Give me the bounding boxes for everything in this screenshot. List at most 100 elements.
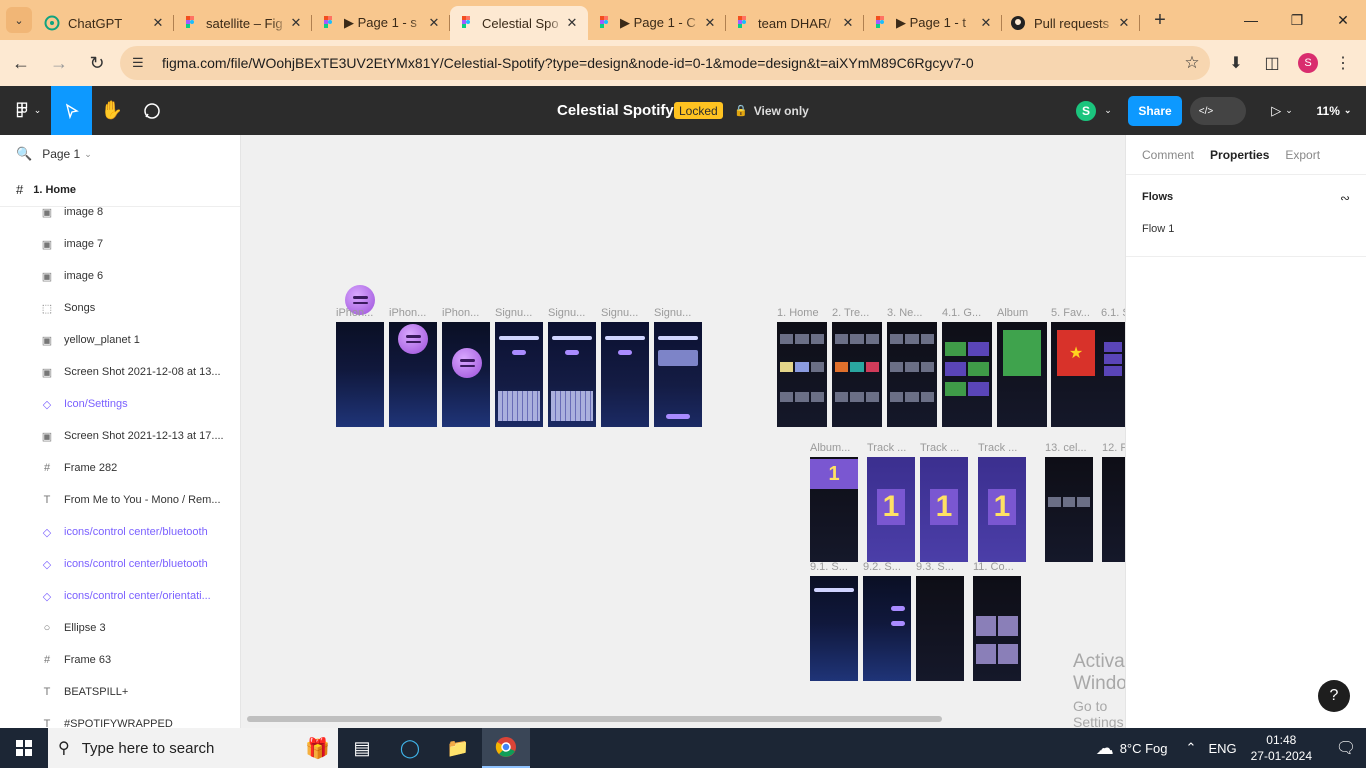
layer-item[interactable]: T From Me to You - Mono / Rem... [0,484,240,516]
clock[interactable]: 01:48 27-01-2024 [1251,732,1312,764]
frame-label[interactable]: Album... [810,442,858,454]
close-tab-icon[interactable]: ✕ [702,15,718,31]
frame-thumbnail[interactable] [832,322,882,427]
dev-mode-toggle[interactable]: </> [1190,97,1246,125]
frame-thumbnail[interactable] [654,322,702,427]
frame-label[interactable]: 12. P [1102,442,1125,454]
browser-tab[interactable]: ChatGPT ✕ [36,6,174,40]
frame-label[interactable]: 1. Home [777,307,827,319]
browser-tab[interactable]: ▶ Page 1 - s ✕ [312,6,450,40]
help-button[interactable]: ? [1318,680,1350,712]
frame-label[interactable]: Track ... [920,442,968,454]
search-icon[interactable]: 🔍 [16,146,32,162]
chrome-browser-icon[interactable] [482,728,530,768]
layer-item[interactable]: ▣ image 8 [0,196,240,228]
layer-item[interactable]: # Frame 63 [0,644,240,676]
frame-thumbnail[interactable] [336,322,384,427]
browser-tab[interactable]: Pull requests ✕ [1002,6,1140,40]
frame-label[interactable]: 5. Fav... [1051,307,1101,319]
tab-comment[interactable]: Comment [1142,148,1194,162]
present-play-icon[interactable]: ▷ ⌄ [1262,86,1302,135]
language-indicator[interactable]: ENG [1208,741,1236,756]
frame-thumbnail[interactable]: 1 [867,457,915,562]
frame-thumbnail[interactable] [916,576,964,681]
frame-label[interactable]: 11. Co... [973,561,1021,573]
close-tab-icon[interactable]: ✕ [840,15,856,31]
browser-tab[interactable]: satellite – Fig ✕ [174,6,312,40]
windows-start-icon[interactable] [0,728,48,768]
address-bar[interactable]: ☰ figma.com/file/WOohjBExTE3UV2EtYMx81Y/… [120,46,1210,80]
close-tab-icon[interactable]: ✕ [150,15,166,31]
frame-thumbnail[interactable] [810,576,858,681]
tab-search-chevron-icon[interactable]: ⌄ [6,7,32,33]
frame-thumbnail[interactable] [973,576,1021,681]
layer-item[interactable]: ○ Ellipse 3 [0,612,240,644]
restore-icon[interactable]: ❐ [1274,0,1320,40]
layer-item[interactable]: ◇ icons/control center/orientati... [0,580,240,612]
layer-item[interactable]: # Frame 282 [0,452,240,484]
download-icon[interactable]: ⬇ [1219,46,1253,80]
hand-tool-icon[interactable]: ✋ [92,86,132,135]
layer-item[interactable]: ▣ yellow_planet 1 [0,324,240,356]
frame-label[interactable]: 3. Ne... [887,307,937,319]
frame-thumbnail[interactable] [863,576,911,681]
frame-label[interactable]: Signu... [601,307,649,319]
layer-item[interactable]: T #SPOTIFYWRAPPED [0,708,240,728]
flow-item[interactable]: Flow 1 [1142,223,1350,235]
frame-thumbnail[interactable] [942,322,992,427]
close-tab-icon[interactable]: ✕ [426,15,442,31]
frame-thumbnail[interactable] [601,322,649,427]
layer-item[interactable]: ▣ Screen Shot 2021-12-08 at 13... [0,356,240,388]
close-window-icon[interactable]: ✕ [1320,0,1366,40]
chevron-down-icon[interactable]: ⌄ [1100,86,1116,135]
browser-tab-active[interactable]: Celestial Spo ✕ [450,6,588,40]
share-button[interactable]: Share [1128,96,1182,126]
frame-label[interactable]: 6.1. S [1101,307,1125,319]
frame-thumbnail[interactable] [1102,457,1125,562]
frame-label[interactable]: iPhon... [389,307,437,319]
layer-item[interactable]: T BEATSPILL+ [0,676,240,708]
layer-item[interactable]: ◇ Icon/Settings [0,388,240,420]
tab-export[interactable]: Export [1285,148,1320,162]
reload-icon[interactable]: ↻ [80,46,114,80]
frame-label[interactable]: Album [997,307,1047,319]
file-title[interactable]: Celestial Spotify [557,86,674,135]
close-tab-icon[interactable]: ✕ [288,15,304,31]
layer-item[interactable]: ▣ image 7 [0,228,240,260]
layer-item[interactable]: ▣ Screen Shot 2021-12-13 at 17.... [0,420,240,452]
frame-thumbnail[interactable] [1101,322,1125,427]
hide-eye-icon[interactable]: ∾ [1340,191,1350,205]
design-canvas[interactable]: iPhon... iPhon... iPhon... Signu... Sign… [241,135,1125,728]
frame-thumbnail[interactable] [548,322,596,427]
file-explorer-icon[interactable]: 📁 [434,728,482,768]
frame-thumbnail[interactable] [997,322,1047,427]
tab-properties[interactable]: Properties [1210,148,1269,162]
horizontal-scrollbar[interactable] [247,716,942,722]
frame-label[interactable]: iPhon... [336,307,384,319]
frame-label[interactable]: 9.3. S... [916,561,964,573]
notification-center-icon[interactable]: 🗨 [1326,738,1366,758]
frame-label[interactable]: Signu... [495,307,543,319]
frame-label[interactable]: 9.2. S... [863,561,911,573]
tray-chevron-up-icon[interactable]: ⌃ [1186,740,1197,756]
frame-thumbnail[interactable] [389,322,437,427]
more-menu-icon[interactable]: ⋮ [1326,46,1360,80]
layer-item[interactable]: ◇ icons/control center/bluetooth [0,516,240,548]
new-tab-plus-icon[interactable]: + [1146,6,1174,34]
edge-browser-icon[interactable]: ◯ [386,728,434,768]
user-avatar[interactable]: S [1074,99,1098,123]
close-tab-icon[interactable]: ✕ [564,15,580,31]
browser-tab[interactable]: ▶ Page 1 - t ✕ [864,6,1002,40]
frame-label[interactable]: 9.1. S... [810,561,858,573]
frame-thumbnail[interactable]: 1 [920,457,968,562]
layer-item[interactable]: ◇ icons/control center/bluetooth [0,548,240,580]
page-selector[interactable]: 🔍 Page 1 ⌄ [0,135,240,173]
minimize-icon[interactable]: — [1228,0,1274,40]
frame-label[interactable]: Track ... [978,442,1026,454]
move-tool-icon[interactable] [51,86,92,135]
layer-item[interactable]: ⬚ Songs [0,292,240,324]
frame-thumbnail[interactable]: 1 [978,457,1026,562]
close-tab-icon[interactable]: ✕ [1116,15,1132,31]
frame-thumbnail[interactable] [442,322,490,427]
figma-main-menu-icon[interactable]: ⌄ [6,86,48,135]
